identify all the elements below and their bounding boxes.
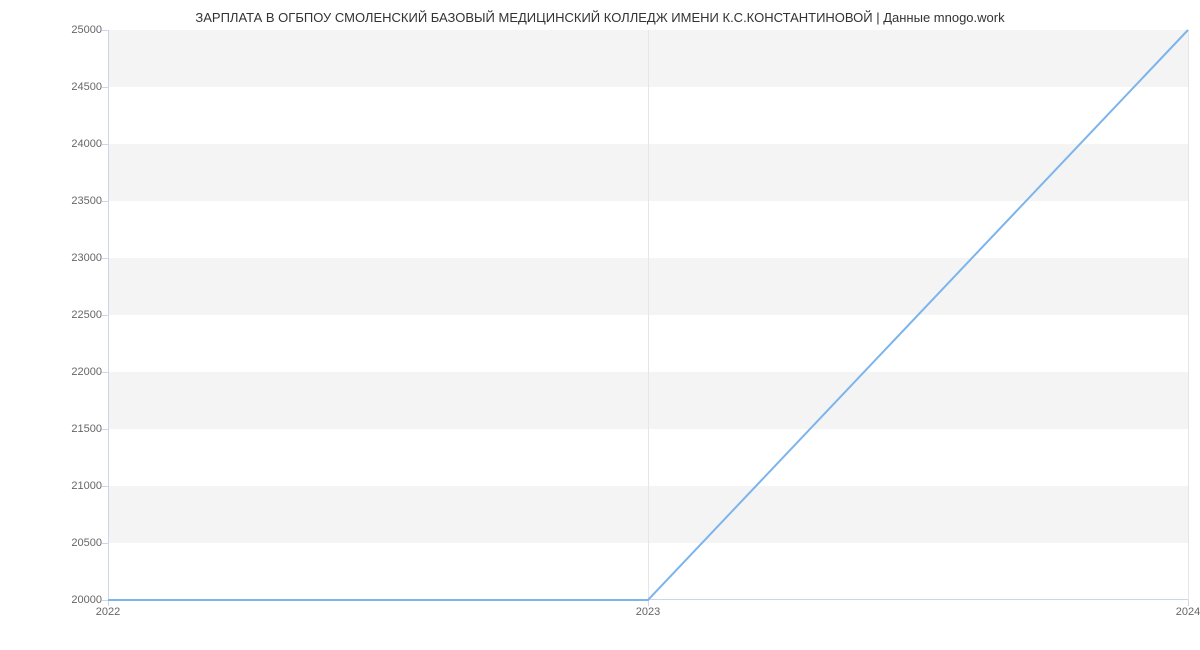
x-axis-tick-label: 2023 bbox=[636, 606, 660, 618]
y-axis-tick-label: 22500 bbox=[22, 309, 102, 321]
x-axis-tick-label: 2022 bbox=[96, 606, 120, 618]
y-axis-tick-label: 23000 bbox=[22, 252, 102, 264]
y-axis-tick-label: 20500 bbox=[22, 537, 102, 549]
x-axis-tick-label: 2024 bbox=[1176, 606, 1200, 618]
y-axis-tick-label: 24500 bbox=[22, 81, 102, 93]
x-gridline bbox=[1188, 30, 1189, 600]
data-line bbox=[108, 30, 1188, 600]
chart-container: ЗАРПЛАТА В ОГБПОУ СМОЛЕНСКИЙ БАЗОВЫЙ МЕД… bbox=[0, 0, 1200, 650]
y-axis-tick-label: 21500 bbox=[22, 423, 102, 435]
y-axis-tick-label: 21000 bbox=[22, 480, 102, 492]
y-axis-tick-label: 23500 bbox=[22, 195, 102, 207]
y-axis-tick-label: 24000 bbox=[22, 138, 102, 150]
y-axis-tick-label: 20000 bbox=[22, 594, 102, 606]
y-axis-tick-label: 25000 bbox=[22, 24, 102, 36]
chart-title: ЗАРПЛАТА В ОГБПОУ СМОЛЕНСКИЙ БАЗОВЫЙ МЕД… bbox=[0, 10, 1200, 25]
y-axis-tick-label: 22000 bbox=[22, 366, 102, 378]
plot-area bbox=[108, 30, 1188, 600]
